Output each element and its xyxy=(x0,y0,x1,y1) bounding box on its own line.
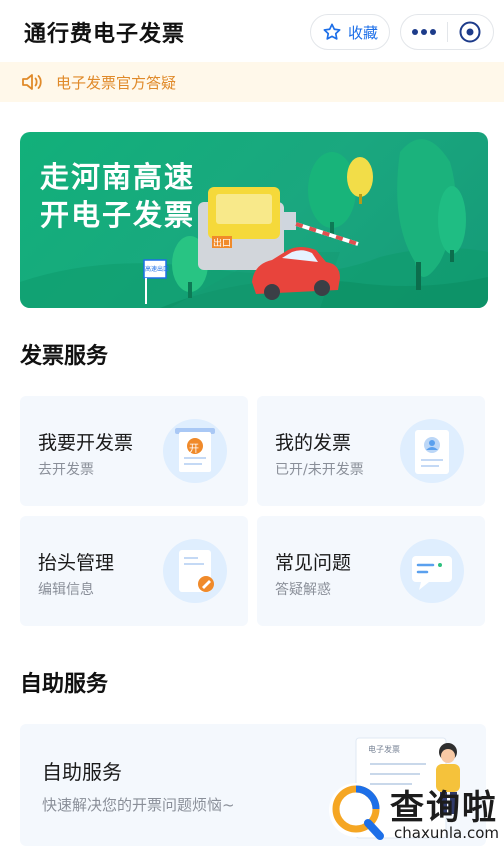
section-title-invoice-services: 发票服务 xyxy=(20,344,109,369)
more-button[interactable] xyxy=(401,15,447,49)
site-watermark: 查询啦 chaxunla.com xyxy=(324,772,504,860)
section-title-self-service: 自助服务 xyxy=(20,672,109,697)
close-button[interactable] xyxy=(448,15,494,49)
faq-chat-icon xyxy=(400,539,464,603)
favorite-button[interactable]: 收藏 xyxy=(310,14,390,50)
issue-badge-label: 开 xyxy=(189,444,199,455)
banner-headline-line2: 开电子发票 xyxy=(40,198,196,232)
search-magnifier-logo-icon xyxy=(329,783,384,840)
card-my-invoices[interactable]: 我的发票 已开/未开发票 xyxy=(257,396,485,506)
card-faq[interactable]: 常见问题 答疑解惑 xyxy=(257,516,485,626)
card-title: 我的发票 xyxy=(275,432,352,454)
card-title: 抬头管理 xyxy=(38,552,115,574)
card-subtitle: 去开发票 xyxy=(38,462,94,478)
card-subtitle: 编辑信息 xyxy=(38,582,94,598)
notice-bar[interactable]: 电子发票官方答疑 xyxy=(0,62,504,102)
self-service-card-subtitle: 快速解决您的开票问题烦恼~ xyxy=(42,796,235,814)
title-edit-icon xyxy=(163,539,227,603)
card-title-management[interactable]: 抬头管理 编辑信息 xyxy=(20,516,248,626)
illustration-doc-label: 电子发票 xyxy=(368,745,400,754)
card-title: 我要开发票 xyxy=(38,432,134,454)
exit-post-label: 高速出口 xyxy=(145,266,170,273)
favorite-label: 收藏 xyxy=(347,23,378,42)
page-title: 通行费电子发票 xyxy=(24,22,186,47)
banner-headline-line1: 走河南高速 xyxy=(40,160,196,194)
card-issue-invoice[interactable]: 我要开发票 去开发票 开 xyxy=(20,396,248,506)
notice-text: 电子发票官方答疑 xyxy=(56,73,177,92)
booth-sign-label: 出口 xyxy=(213,239,232,249)
close-target-icon xyxy=(459,21,481,43)
card-title: 常见问题 xyxy=(275,552,352,574)
card-subtitle: 已开/未开发票 xyxy=(275,462,364,478)
more-dots-icon xyxy=(411,29,436,35)
star-icon xyxy=(323,23,341,40)
my-invoice-icon xyxy=(400,419,464,483)
self-service-card-title: 自助服务 xyxy=(42,760,122,784)
watermark-text: 查询啦 xyxy=(390,788,498,828)
mini-program-capsule xyxy=(400,14,494,50)
speaker-icon xyxy=(22,74,42,90)
header-bar: 通行费电子发票 收藏 xyxy=(0,0,504,64)
card-subtitle: 答疑解惑 xyxy=(275,582,331,598)
promo-banner[interactable]: 走河南高速 开电子发票 出口 高速出口 xyxy=(20,132,488,308)
watermark-domain: chaxunla.com xyxy=(394,824,499,842)
